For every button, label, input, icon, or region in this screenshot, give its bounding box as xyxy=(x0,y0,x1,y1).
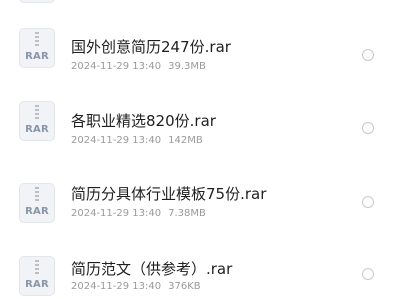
select-radio[interactable] xyxy=(362,268,374,280)
file-name: 简历范文（供参考）.rar xyxy=(71,260,233,278)
zipper-mark xyxy=(35,32,39,46)
file-row[interactable]: RAR 各职业精选820份.rar 2024-11-29 13:40 142MB xyxy=(0,84,400,156)
zipper-mark xyxy=(35,187,39,201)
rar-icon-label: RAR xyxy=(25,124,49,135)
previous-file-icon-partial xyxy=(19,0,55,3)
file-meta: 2024-11-29 13:40 142MB xyxy=(71,135,203,146)
select-radio[interactable] xyxy=(362,49,374,61)
file-row[interactable]: RAR 简历范文（供参考）.rar 2024-11-29 13:40 376KB xyxy=(0,230,400,299)
file-row[interactable]: RAR 简历分具体行业模板75份.rar 2024-11-29 13:40 7.3… xyxy=(0,157,400,229)
rar-icon-label: RAR xyxy=(25,51,49,62)
file-name: 简历分具体行业模板75份.rar xyxy=(71,185,267,203)
file-size: 142MB xyxy=(168,135,203,146)
file-date: 2024-11-29 13:40 xyxy=(71,61,162,72)
rar-archive-icon: RAR xyxy=(19,101,55,141)
file-list-screen: RAR 国外创意简历247份.rar 2024-11-29 13:40 39.3M… xyxy=(0,0,400,299)
select-radio[interactable] xyxy=(362,122,374,134)
file-name: 国外创意简历247份.rar xyxy=(71,38,231,56)
file-size: 39.3MB xyxy=(168,61,206,72)
file-date: 2024-11-29 13:40 xyxy=(71,208,162,219)
file-row[interactable]: RAR 国外创意简历247份.rar 2024-11-29 13:40 39.3M… xyxy=(0,11,400,83)
file-meta: 2024-11-29 13:40 376KB xyxy=(71,281,201,292)
rar-archive-icon: RAR xyxy=(19,183,55,223)
file-name: 各职业精选820份.rar xyxy=(71,112,216,130)
select-radio[interactable] xyxy=(362,196,374,208)
file-date: 2024-11-29 13:40 xyxy=(71,135,162,146)
file-date: 2024-11-29 13:40 xyxy=(71,281,162,292)
file-size: 7.38MB xyxy=(168,208,206,219)
rar-icon-label: RAR xyxy=(25,279,49,290)
file-meta: 2024-11-29 13:40 39.3MB xyxy=(71,61,206,72)
file-meta: 2024-11-29 13:40 7.38MB xyxy=(71,208,206,219)
rar-icon-label: RAR xyxy=(25,206,49,217)
rar-archive-icon: RAR xyxy=(19,28,55,68)
file-size: 376KB xyxy=(168,281,201,292)
rar-archive-icon: RAR xyxy=(19,256,55,296)
zipper-mark xyxy=(35,105,39,119)
zipper-mark xyxy=(35,260,39,274)
